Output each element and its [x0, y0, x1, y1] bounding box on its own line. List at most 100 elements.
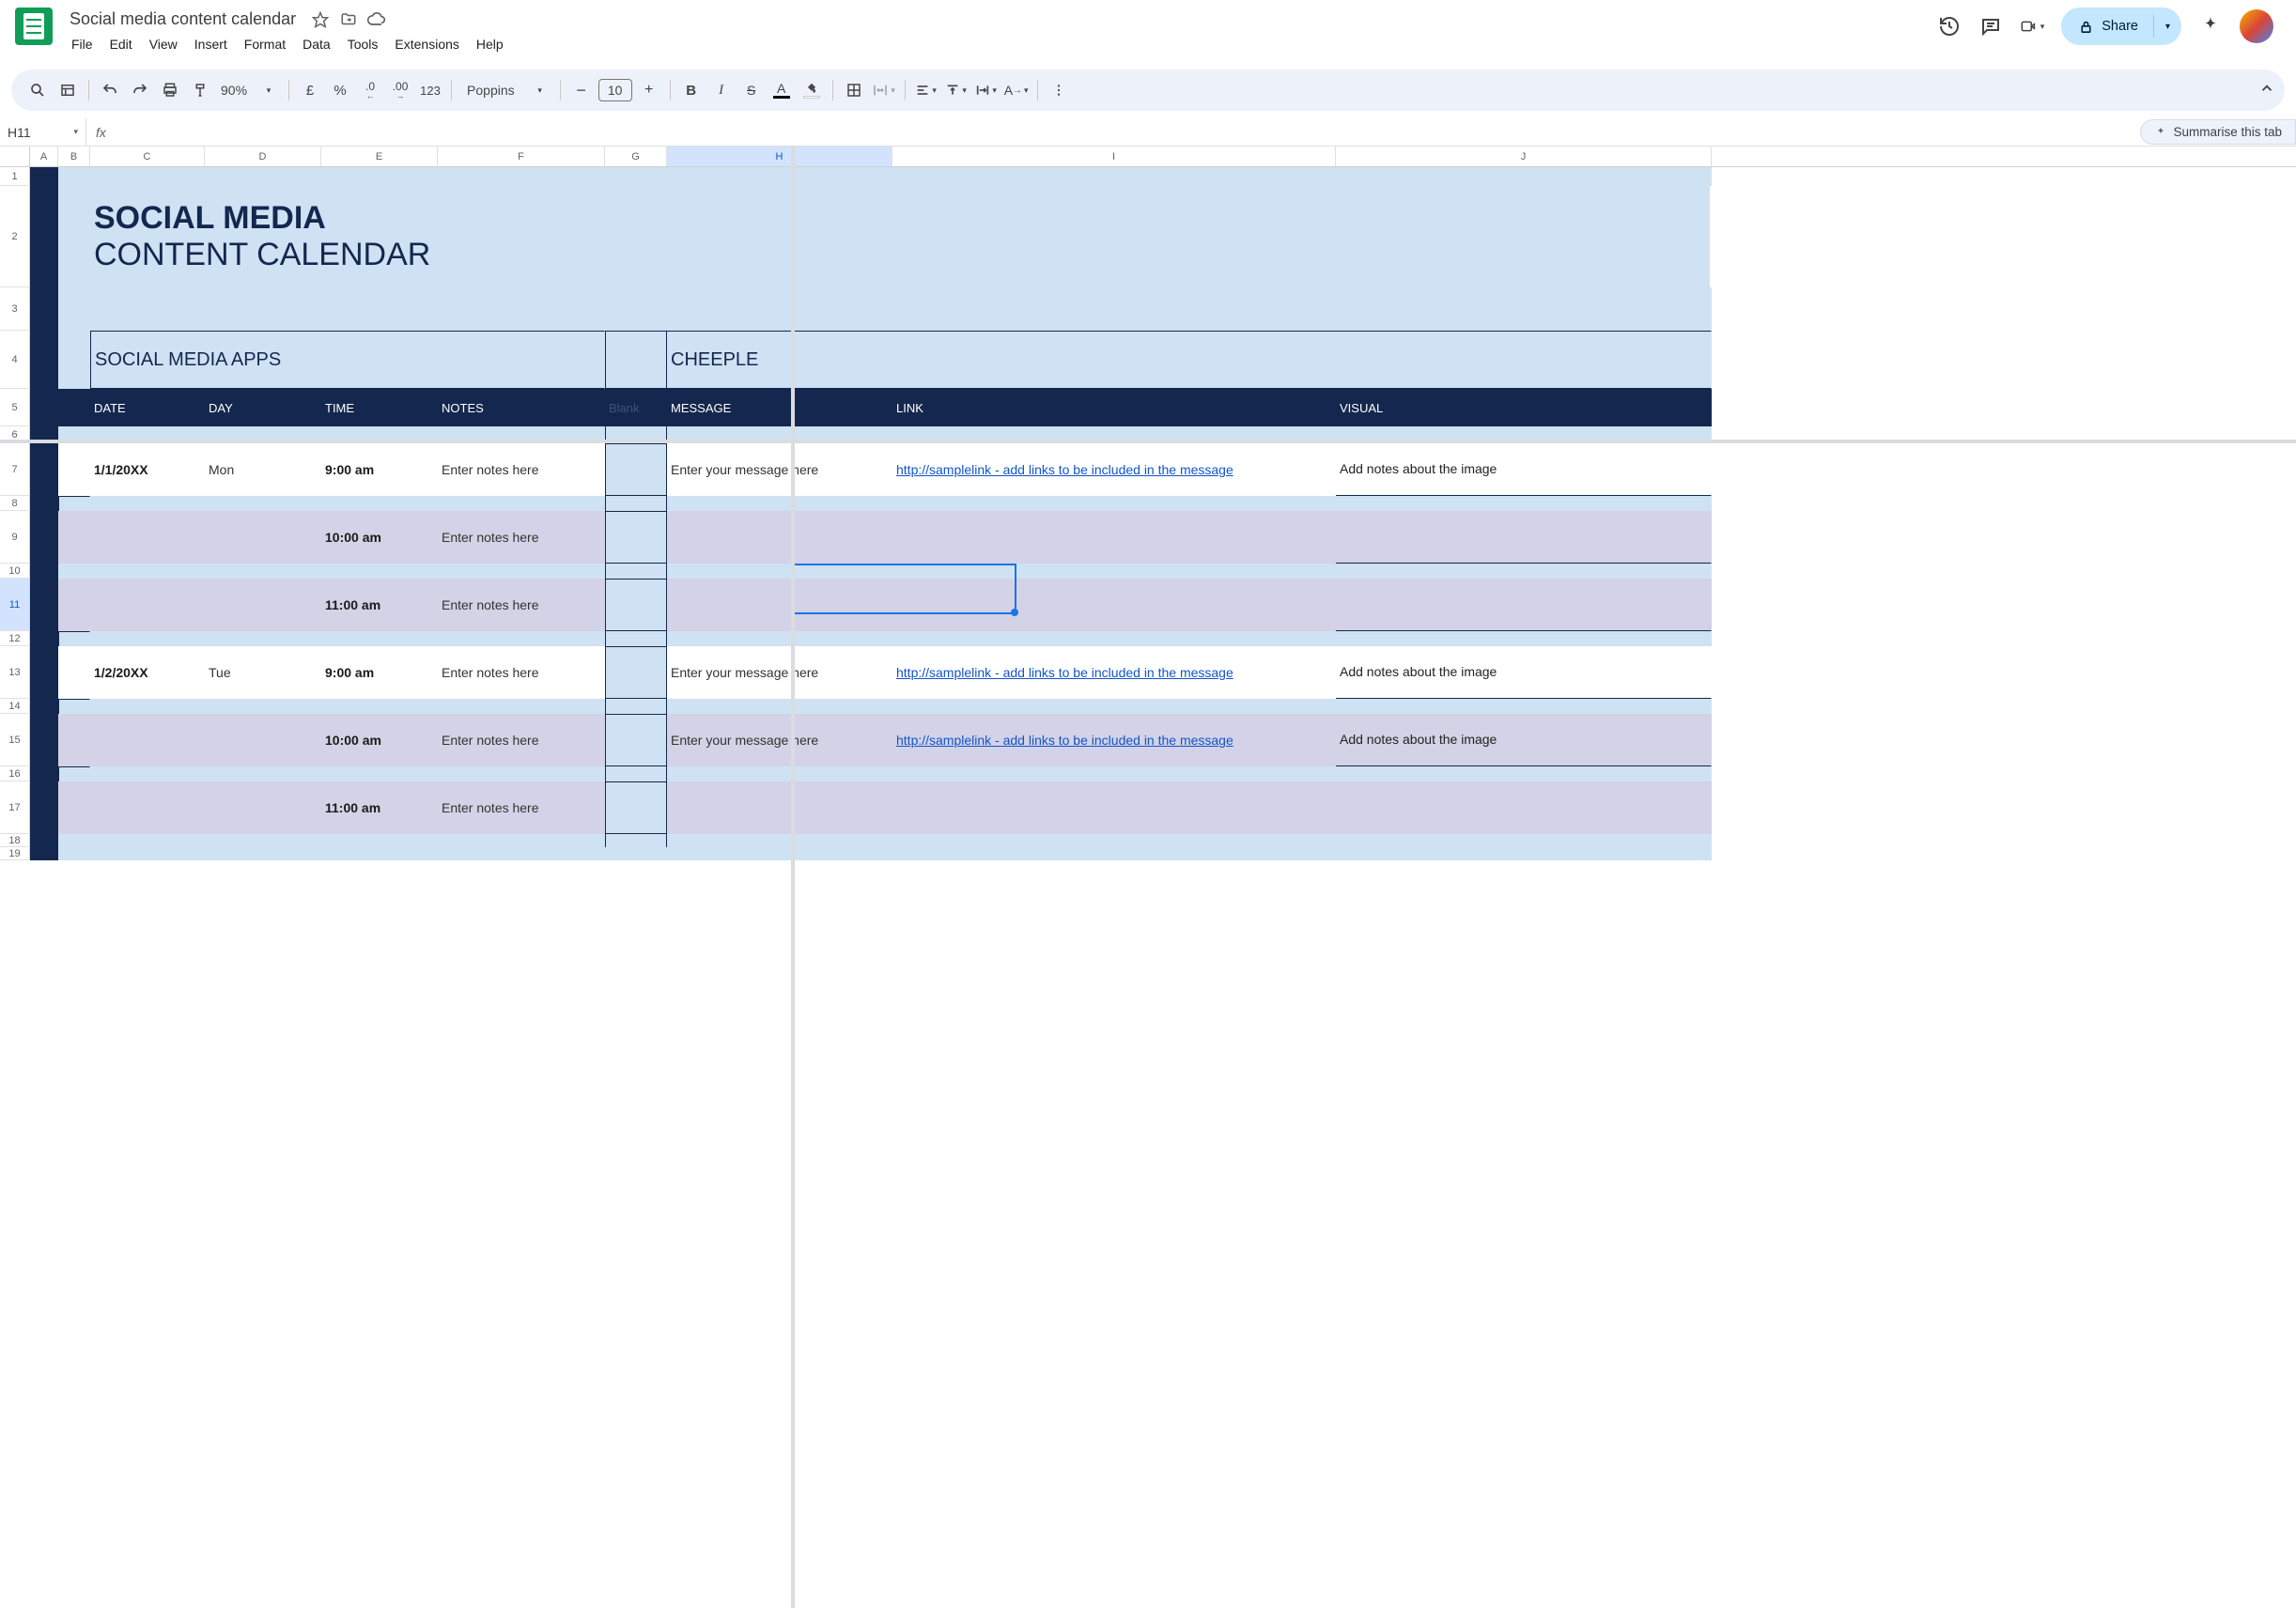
freeze-line-vertical[interactable] — [791, 147, 795, 1608]
row-header-3[interactable]: 3 — [0, 287, 30, 331]
strikethrough-icon[interactable]: S — [738, 77, 765, 103]
print-icon[interactable] — [157, 77, 183, 103]
cell-day-r13[interactable]: Tue — [205, 646, 321, 699]
document-title[interactable]: Social media content calendar — [64, 8, 302, 31]
percent-format[interactable]: % — [327, 77, 353, 103]
cell-notes-r13[interactable]: Enter notes here — [438, 646, 605, 699]
gemini-icon[interactable] — [2198, 14, 2223, 39]
horizontal-align-icon[interactable]: ▾ — [913, 77, 939, 103]
col-header-H[interactable]: H — [667, 147, 892, 166]
cell-visual-r7[interactable]: Add notes about the image — [1336, 443, 1712, 496]
col-header-B[interactable]: B — [58, 147, 90, 166]
redo-icon[interactable] — [127, 77, 153, 103]
row-header-10[interactable]: 10 — [0, 564, 30, 579]
row-header-18[interactable]: 18 — [0, 834, 30, 847]
row-header-14[interactable]: 14 — [0, 699, 30, 714]
cell-time-r13[interactable]: 9:00 am — [321, 646, 438, 699]
row-header-16[interactable]: 16 — [0, 766, 30, 781]
menu-format[interactable]: Format — [237, 33, 293, 55]
col-header-G[interactable]: G — [605, 147, 667, 166]
cell-day-r7[interactable]: Mon — [205, 443, 321, 496]
menu-data[interactable]: Data — [295, 33, 338, 55]
name-box[interactable]: H11 ▾ — [0, 118, 86, 146]
cell-link-r13[interactable]: http://samplelink - add links to be incl… — [896, 664, 1233, 681]
borders-icon[interactable] — [841, 77, 867, 103]
menu-insert[interactable]: Insert — [187, 33, 235, 55]
meet-icon[interactable]: ▾ — [2020, 14, 2044, 39]
row-header-8[interactable]: 8 — [0, 496, 30, 511]
menu-help[interactable]: Help — [469, 33, 511, 55]
sheets-logo[interactable] — [15, 8, 53, 45]
col-header-J[interactable]: J — [1336, 147, 1712, 166]
row-header-1[interactable]: 1 — [0, 167, 30, 186]
vertical-align-icon[interactable]: ▾ — [943, 77, 970, 103]
fill-color-icon[interactable] — [799, 77, 825, 103]
cell-selected-H11[interactable] — [667, 579, 892, 631]
row-header-5[interactable]: 5 — [0, 389, 30, 426]
menu-edit[interactable]: Edit — [102, 33, 140, 55]
decrease-font-size[interactable]: − — [568, 77, 595, 103]
increase-decimal[interactable]: .00→ — [387, 77, 413, 103]
col-header-E[interactable]: E — [321, 147, 438, 166]
text-rotation-icon[interactable]: A→▾ — [1003, 77, 1030, 103]
col-header-I[interactable]: I — [892, 147, 1336, 166]
italic-icon[interactable]: I — [708, 77, 735, 103]
collapse-toolbar-icon[interactable] — [2258, 80, 2275, 101]
currency-format[interactable]: £ — [297, 77, 323, 103]
paint-format-icon[interactable] — [187, 77, 213, 103]
sheet-content[interactable]: SOCIAL MEDIA CONTENT CALENDAR SOCIAL MED… — [30, 167, 2296, 1608]
menu-extensions[interactable]: Extensions — [387, 33, 466, 55]
cell-link-r7[interactable]: http://samplelink - add links to be incl… — [896, 461, 1233, 478]
cell-visual-r15[interactable]: Add notes about the image — [1336, 714, 1712, 766]
zoom-caret[interactable]: ▾ — [255, 77, 281, 103]
text-wrap-icon[interactable]: ▾ — [973, 77, 1000, 103]
history-icon[interactable] — [1937, 14, 1962, 39]
cell-link-r15[interactable]: http://samplelink - add links to be incl… — [896, 732, 1233, 749]
row-header-19[interactable]: 19 — [0, 847, 30, 860]
bold-icon[interactable]: B — [678, 77, 705, 103]
cell-time-r11[interactable]: 11:00 am — [321, 579, 438, 631]
zoom-dropdown[interactable]: 90% — [217, 77, 251, 103]
cell-date-r13[interactable]: 1/2/20XX — [90, 646, 205, 699]
move-folder-icon[interactable] — [339, 10, 358, 29]
table-view-icon[interactable] — [54, 77, 81, 103]
freeze-line-horizontal[interactable] — [0, 440, 2296, 443]
cell-visual-r13[interactable]: Add notes about the image — [1336, 646, 1712, 699]
row-header-13[interactable]: 13 — [0, 646, 30, 699]
comments-icon[interactable] — [1978, 14, 2003, 39]
decrease-decimal[interactable]: .0← — [357, 77, 383, 103]
cell-message-r13[interactable]: Enter your message here — [667, 646, 892, 699]
share-button[interactable]: Share — [2061, 8, 2153, 45]
cell-time-r7[interactable]: 9:00 am — [321, 443, 438, 496]
col-header-F[interactable]: F — [438, 147, 605, 166]
cell-notes-r11[interactable]: Enter notes here — [438, 579, 605, 631]
cloud-status-icon[interactable] — [367, 10, 386, 29]
row-header-2[interactable]: 2 — [0, 186, 30, 287]
account-avatar[interactable] — [2240, 9, 2273, 43]
undo-icon[interactable] — [97, 77, 123, 103]
number-format[interactable]: 123 — [417, 77, 443, 103]
more-icon[interactable] — [1046, 77, 1072, 103]
menu-file[interactable]: File — [64, 33, 101, 55]
cell-notes-r7[interactable]: Enter notes here — [438, 443, 605, 496]
menu-view[interactable]: View — [142, 33, 185, 55]
row-header-7[interactable]: 7 — [0, 443, 30, 496]
font-family-dropdown[interactable]: Poppins — [459, 77, 522, 103]
cell-notes-r15[interactable]: Enter notes here — [438, 714, 605, 766]
cell-time-r17[interactable]: 11:00 am — [321, 781, 438, 834]
col-header-C[interactable]: C — [90, 147, 205, 166]
row-header-11[interactable]: 11 — [0, 579, 30, 631]
row-header-12[interactable]: 12 — [0, 631, 30, 646]
star-icon[interactable] — [311, 10, 330, 29]
cell-time-r15[interactable]: 10:00 am — [321, 714, 438, 766]
font-size-input[interactable]: 10 — [598, 79, 632, 101]
row-header-9[interactable]: 9 — [0, 511, 30, 564]
cell-notes-r9[interactable]: Enter notes here — [438, 511, 605, 564]
increase-font-size[interactable]: + — [636, 77, 662, 103]
select-all-corner[interactable] — [0, 147, 30, 166]
cell-notes-r17[interactable]: Enter notes here — [438, 781, 605, 834]
cell-message-r7[interactable]: Enter your message here — [667, 443, 892, 496]
col-header-A[interactable]: A — [30, 147, 58, 166]
search-icon[interactable] — [24, 77, 51, 103]
share-dropdown[interactable]: ▾ — [2153, 15, 2181, 38]
